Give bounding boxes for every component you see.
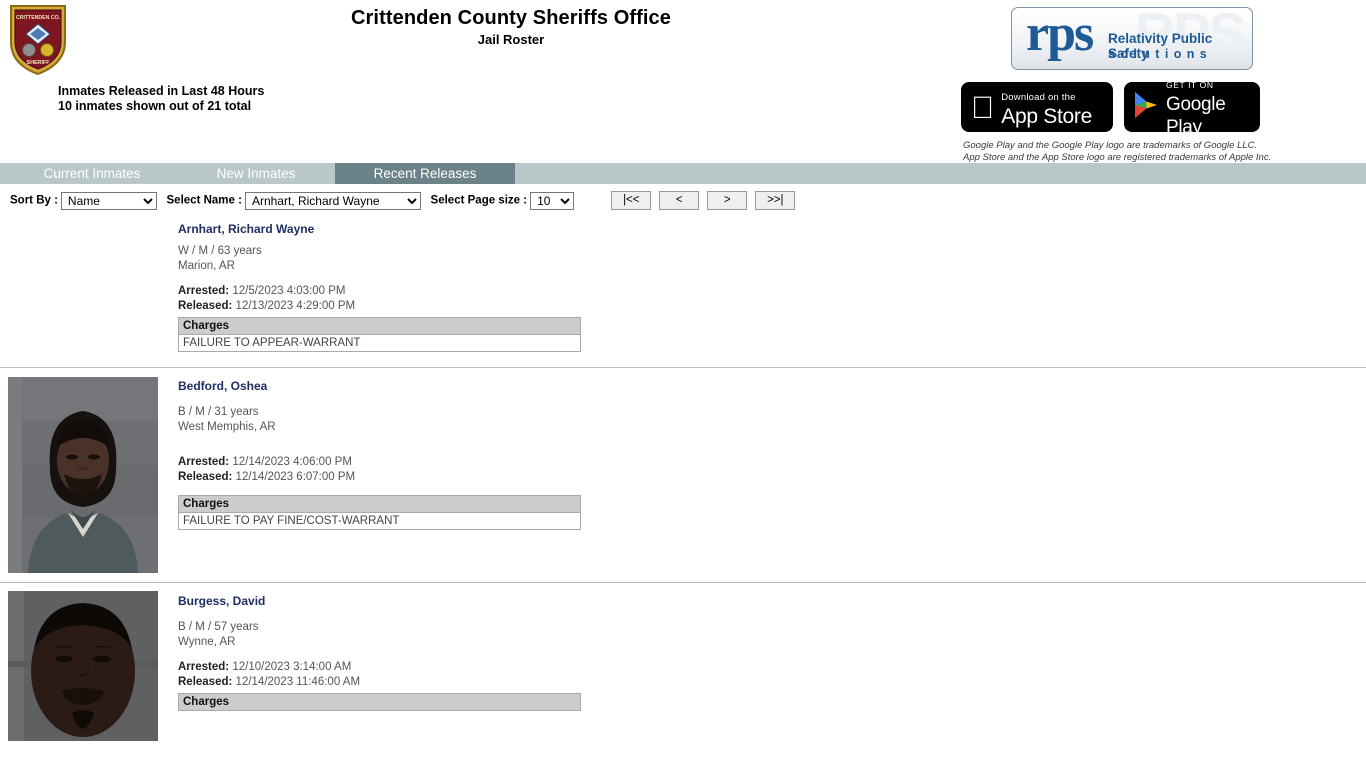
rps-logo: RPS rps Relativity Public Safety solutio… <box>1011 7 1253 70</box>
inmate-city: Marion, AR <box>178 260 235 272</box>
app-store-small-text: Download on the <box>978 91 1075 103</box>
sort-by-select[interactable]: Name <box>60 191 157 210</box>
released-label: Released: <box>178 470 233 483</box>
mugshot-image <box>8 377 158 573</box>
tab-recent-releases[interactable]: Recent Releases <box>335 163 515 184</box>
rps-tagline-2: solutions <box>1108 47 1213 61</box>
arrested-value: 12/14/2023 4:06:00 PM <box>232 456 352 468</box>
tab-new-inmates[interactable]: New Inmates <box>177 163 335 184</box>
arrested-label: Arrested: <box>178 661 230 673</box>
inmate-info: Burgess, David B / M / 57 years Wynne, A… <box>178 583 1366 711</box>
charges-table: Charges FAILURE TO PAY FINE/COST-WARRANT <box>178 495 581 530</box>
inmate-photo[interactable] <box>8 591 158 741</box>
arrested-date: Arrested: 12/10/2023 3:14:00 AM <box>178 660 1366 675</box>
page-size-select[interactable]: 10 <box>530 191 575 210</box>
charges-header: Charges <box>178 317 581 335</box>
roster-controls: Sort By : Name Select Name : Arnhart, Ri… <box>0 184 1366 211</box>
table-row[interactable]: Burgess, David B / M / 57 years Wynne, A… <box>0 582 1366 742</box>
summary-line-2: 10 inmates shown out of 21 total <box>58 99 252 113</box>
app-store-badge[interactable]:  Download on the App Store <box>961 82 1113 132</box>
inmate-name[interactable]: Bedford, Oshea <box>178 374 1366 395</box>
summary-line-1: Inmates Released in Last 48 Hours <box>58 84 265 98</box>
charges-header: Charges <box>178 693 581 711</box>
released-date: Released: 12/14/2023 11:46:00 AM <box>178 675 1366 690</box>
released-value: 12/13/2023 4:29:00 PM <box>235 299 356 312</box>
tab-bar: Current Inmates New Inmates Recent Relea… <box>0 163 1366 184</box>
first-page-button[interactable]: |<< <box>611 191 652 210</box>
charges-table: Charges <box>178 693 581 711</box>
released-value: 12/14/2023 11:46:00 AM <box>235 675 361 688</box>
last-page-button[interactable]: >>| <box>755 191 796 210</box>
apple-logo-icon:  <box>971 92 994 123</box>
arrested-label: Arrested: <box>178 456 230 468</box>
app-store-large-text: App Store <box>978 104 1092 128</box>
released-label: Released: <box>178 299 233 312</box>
inmate-city: West Memphis, AR <box>178 421 276 433</box>
page-size-label: Select Page size : <box>430 194 528 207</box>
inmate-demographics: B / M / 57 years <box>178 621 259 633</box>
inmate-demographics: W / M / 63 years <box>178 245 262 257</box>
pagination: |<< < > >>| <box>611 191 803 210</box>
select-name-select[interactable]: Arnhart, Richard Wayne <box>244 191 421 210</box>
released-value: 12/14/2023 6:07:00 PM <box>235 470 356 483</box>
inmate-info: Bedford, Oshea B / M / 31 years West Mem… <box>178 368 1366 530</box>
google-play-badge[interactable]: GET IT ON Google Play <box>1124 80 1260 138</box>
arrested-value: 12/10/2023 3:14:00 AM <box>232 661 352 673</box>
next-page-button[interactable]: > <box>707 191 748 210</box>
released-date: Released: 12/13/2023 4:29:00 PM <box>178 299 1366 314</box>
charge-item: FAILURE TO PAY FINE/COST-WARRANT <box>178 512 581 530</box>
inmate-roster: Arnhart, Richard Wayne W / M / 63 years … <box>0 211 1366 742</box>
google-play-large-text: Google Play <box>1166 94 1226 138</box>
charges-header: Charges <box>178 495 581 513</box>
title-block: Crittenden County Sheriffs Office Jail R… <box>0 6 1022 48</box>
table-row[interactable]: Bedford, Oshea B / M / 31 years West Mem… <box>0 367 1366 582</box>
trademark-note: Google Play and the Google Play logo are… <box>963 140 1271 163</box>
sort-by-label: Sort By : <box>10 194 58 207</box>
google-play-small-text: GET IT ON <box>1166 80 1214 90</box>
released-label: Released: <box>178 675 233 688</box>
inmate-photo[interactable] <box>8 377 158 573</box>
charge-item: FAILURE TO APPEAR-WARRANT <box>178 334 581 352</box>
arrested-value: 12/5/2023 4:03:00 PM <box>232 285 346 297</box>
page-title: Crittenden County Sheriffs Office <box>351 7 671 29</box>
arrested-label: Arrested: <box>178 285 230 297</box>
table-row[interactable]: Arnhart, Richard Wayne W / M / 63 years … <box>0 211 1366 367</box>
page-subtitle: Jail Roster <box>477 32 545 47</box>
trademark-line-1: Google Play and the Google Play logo are… <box>963 140 1258 151</box>
roster-summary: Inmates Released in Last 48 Hours 10 inm… <box>58 84 264 114</box>
inmate-demographics: B / M / 31 years <box>178 406 259 418</box>
select-name-label: Select Name : <box>166 194 242 207</box>
trademark-line-2: App Store and the App Store logo are reg… <box>963 151 1272 163</box>
google-play-triangle-icon <box>1133 91 1159 124</box>
inmate-name[interactable]: Burgess, David <box>178 589 1366 610</box>
arrested-date: Arrested: 12/5/2023 4:03:00 PM <box>178 284 1366 299</box>
tab-current-inmates[interactable]: Current Inmates <box>8 163 176 184</box>
prev-page-button[interactable]: < <box>659 191 700 210</box>
mugshot-image <box>8 591 158 741</box>
charges-table: Charges FAILURE TO APPEAR-WARRANT <box>178 317 581 352</box>
arrested-date: Arrested: 12/14/2023 4:06:00 PM <box>178 455 1366 470</box>
rps-wordmark: rps <box>1026 7 1094 62</box>
released-date: Released: 12/14/2023 6:07:00 PM <box>178 470 1366 485</box>
inmate-city: Wynne, AR <box>178 636 236 648</box>
inmate-name[interactable]: Arnhart, Richard Wayne <box>178 217 1366 238</box>
svg-text:SHERIFF: SHERIFF <box>26 60 50 66</box>
inmate-info: Arnhart, Richard Wayne W / M / 63 years … <box>178 211 1366 352</box>
page-header: CRITTENDEN CO. SHERIFF Crittenden County… <box>0 0 1366 163</box>
